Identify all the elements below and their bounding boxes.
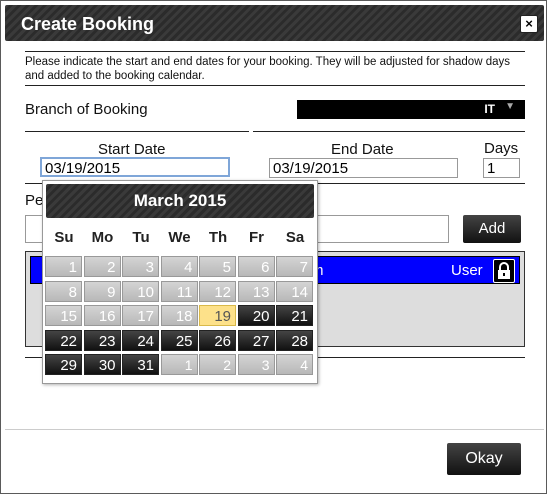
branch-select-value: IT xyxy=(484,102,495,116)
weekday-header: Sa xyxy=(285,229,305,246)
add-button[interactable]: Add xyxy=(463,215,521,243)
calendar-day[interactable]: 4 xyxy=(276,354,313,375)
calendar-day[interactable]: 7 xyxy=(276,256,313,277)
weekday-header: Th xyxy=(208,229,228,246)
calendar-day[interactable]: 29 xyxy=(45,354,82,375)
calendar-day[interactable]: 11 xyxy=(160,280,198,302)
calendar-day[interactable]: 25 xyxy=(160,329,198,351)
calendar-day[interactable]: 21 xyxy=(276,305,313,326)
calendar-day[interactable]: 26 xyxy=(199,329,236,351)
calendar-day[interactable]: 17 xyxy=(122,305,159,326)
calendar-day[interactable]: 16 xyxy=(83,305,121,326)
weekday-header: Su xyxy=(54,229,74,246)
start-date-label: Start Date xyxy=(98,141,166,158)
calendar-day[interactable]: 30 xyxy=(83,354,121,375)
divider xyxy=(25,51,525,52)
calendar-day[interactable]: 24 xyxy=(122,329,159,351)
okay-button[interactable]: Okay xyxy=(447,443,521,475)
branch-label: Branch of Booking xyxy=(25,101,148,118)
days-label: Days xyxy=(484,140,519,157)
calendar-day[interactable]: 13 xyxy=(237,280,275,302)
calendar-day[interactable]: 18 xyxy=(160,305,198,326)
calendar-day[interactable]: 14 xyxy=(276,280,313,302)
days-input[interactable]: 1 xyxy=(483,158,520,178)
calendar-day[interactable]: 8 xyxy=(45,280,82,302)
calendar-day[interactable]: 31 xyxy=(122,354,159,375)
calendar-day[interactable]: 2 xyxy=(83,256,121,277)
end-date-label: End Date xyxy=(331,141,394,158)
weekday-header: Tu xyxy=(132,229,150,246)
branch-select[interactable]: IT ▼ xyxy=(297,100,525,119)
calendar-day[interactable]: 3 xyxy=(237,354,275,375)
intro-text: Please indicate the start and end dates … xyxy=(25,56,510,82)
lock-icon[interactable] xyxy=(493,259,515,283)
calendar-day[interactable]: 1 xyxy=(45,256,82,277)
calendar-day[interactable]: 20 xyxy=(237,305,275,326)
calendar-day-selected[interactable]: 19 xyxy=(199,305,236,326)
people-label: Pe xyxy=(25,192,44,209)
weekday-header: Fr xyxy=(249,229,264,246)
calendar-day[interactable]: 6 xyxy=(237,256,275,277)
date-picker-popup: March 2015 Su Mo Tu We Th Fr Sa 1 2 3 4 5 6 7 8 9 10 11 12… xyxy=(42,180,318,384)
divider xyxy=(253,131,525,132)
calendar-day[interactable]: 1 xyxy=(160,354,198,375)
weekday-header: Mo xyxy=(91,229,114,246)
calendar-day[interactable]: 12 xyxy=(199,280,236,302)
start-date-input[interactable]: 03/19/2015 xyxy=(40,157,230,177)
divider xyxy=(25,131,249,132)
divider xyxy=(25,85,525,86)
calendar-day[interactable]: 22 xyxy=(45,329,82,351)
calendar-day[interactable]: 10 xyxy=(122,280,159,302)
chevron-down-icon: ▼ xyxy=(505,101,515,112)
footer-divider xyxy=(5,429,544,430)
calendar-day[interactable]: 4 xyxy=(160,256,198,277)
calendar-day[interactable]: 15 xyxy=(45,305,82,326)
dialog-title: Create Booking xyxy=(21,14,155,34)
end-date-input[interactable]: 03/19/2015 xyxy=(269,158,458,178)
calendar-day[interactable]: 3 xyxy=(122,256,159,277)
calendar-day[interactable]: 28 xyxy=(276,329,313,351)
calendar-month-title: March 2015 xyxy=(46,184,314,218)
close-icon[interactable]: × xyxy=(520,15,538,33)
dialog-titlebar[interactable]: Create Booking × xyxy=(5,5,544,41)
list-item-role: User xyxy=(451,262,483,279)
calendar-day[interactable]: 2 xyxy=(199,354,236,375)
weekday-header: We xyxy=(168,229,191,246)
calendar-day[interactable]: 23 xyxy=(83,329,121,351)
calendar-day[interactable]: 9 xyxy=(83,280,121,302)
calendar-day[interactable]: 5 xyxy=(199,256,236,277)
calendar-day[interactable]: 27 xyxy=(237,329,275,351)
